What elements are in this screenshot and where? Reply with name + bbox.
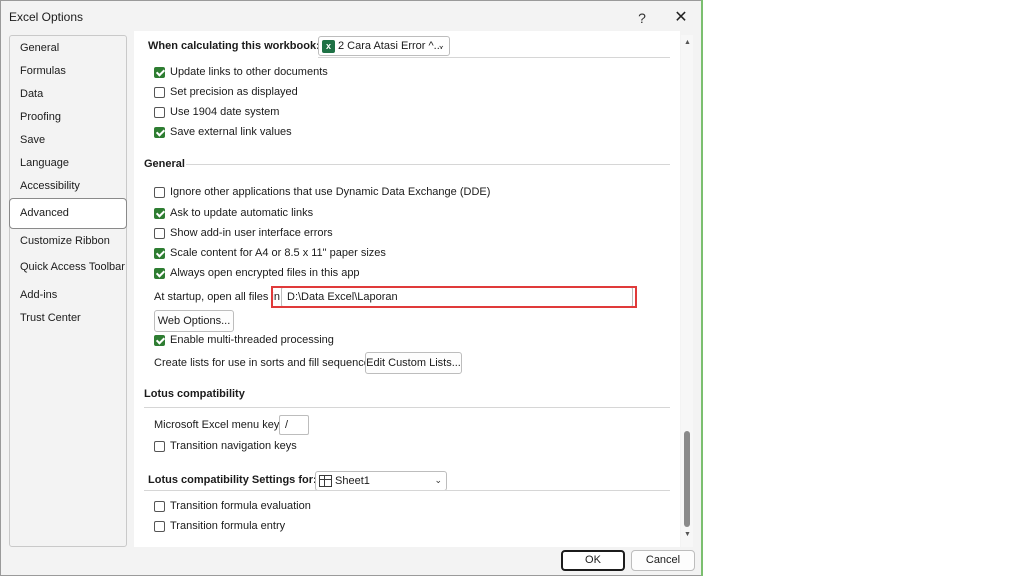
workbook-select[interactable]: x 2 Cara Atasi Error ^... ⌄: [318, 36, 450, 56]
sidebar-item-quick-access-toolbar[interactable]: Quick Access Toolbar: [20, 257, 125, 277]
sidebar-item-language[interactable]: Language: [20, 153, 69, 173]
background-window-edge: [701, 0, 703, 576]
checkbox-ask-update-links[interactable]: [154, 207, 165, 219]
lotus-heading: Lotus compatibility: [144, 388, 245, 400]
option-label: Transition formula evaluation: [170, 500, 311, 512]
option-label: Always open encrypted files in this app: [170, 267, 360, 279]
option-label: Show add-in user interface errors: [170, 227, 333, 239]
sidebar-item-proofing[interactable]: Proofing: [20, 107, 61, 127]
cancel-button[interactable]: Cancel: [631, 550, 695, 571]
option-multithread[interactable]: Enable multi-threaded processing: [154, 334, 334, 346]
startup-folder-label: At startup, open all files in:: [154, 291, 284, 303]
sidebar-item-formulas[interactable]: Formulas: [20, 61, 66, 81]
ok-button[interactable]: OK: [561, 550, 625, 571]
sidebar-item-add-ins[interactable]: Add-ins: [20, 285, 57, 305]
startup-folder-highlight: [271, 286, 637, 308]
option-scale-content[interactable]: Scale content for A4 or 8.5 x 11" paper …: [154, 247, 386, 259]
workbook-calc-heading: When calculating this workbook:: [148, 40, 320, 52]
checkbox-scale-content[interactable]: [154, 247, 165, 259]
vertical-scrollbar[interactable]: ▲ ▼: [681, 35, 693, 547]
sheet-select[interactable]: Sheet1 ⌄: [315, 471, 447, 491]
checkbox-save-link-values[interactable]: [154, 126, 165, 138]
checkbox-nav-keys[interactable]: [154, 440, 165, 452]
option-save-link-values[interactable]: Save external link values: [154, 126, 292, 138]
checkbox-formula-eval[interactable]: [154, 500, 165, 512]
general-heading: General: [144, 158, 185, 170]
web-options-button[interactable]: Web Options...: [154, 310, 234, 332]
excel-options-dialog: Excel Options ? ✕ General Formulas Data …: [0, 0, 702, 576]
option-nav-keys[interactable]: Transition navigation keys: [154, 440, 297, 452]
option-set-precision[interactable]: Set precision as displayed: [154, 86, 298, 98]
chevron-down-icon: ⌄: [434, 475, 442, 485]
sidebar-item-general[interactable]: General: [20, 38, 59, 58]
checkbox-1904-date[interactable]: [154, 106, 165, 118]
option-formula-eval[interactable]: Transition formula evaluation: [154, 500, 311, 512]
edit-custom-lists-button[interactable]: Edit Custom Lists...: [365, 352, 462, 374]
workbook-select-value: 2 Cara Atasi Error ^...: [338, 40, 443, 52]
divider: [144, 490, 670, 491]
option-label: Update links to other documents: [170, 66, 328, 78]
option-1904-date[interactable]: Use 1904 date system: [154, 106, 279, 118]
checkbox-addin-errors[interactable]: [154, 227, 165, 239]
divider: [318, 57, 670, 58]
sidebar-item-accessibility[interactable]: Accessibility: [20, 176, 80, 196]
option-label: Set precision as displayed: [170, 86, 298, 98]
scroll-up-arrow-icon[interactable]: ▲: [684, 39, 691, 46]
option-ignore-dde[interactable]: Ignore other applications that use Dynam…: [154, 186, 490, 198]
sidebar-item-customize-ribbon[interactable]: Customize Ribbon: [20, 231, 110, 251]
option-formula-entry[interactable]: Transition formula entry: [154, 520, 285, 532]
sheet-select-value: Sheet1: [335, 475, 370, 487]
option-label: Save external link values: [170, 126, 292, 138]
sidebar-item-save[interactable]: Save: [20, 130, 45, 150]
option-label: Ignore other applications that use Dynam…: [170, 186, 491, 198]
checkbox-ignore-dde[interactable]: [154, 186, 165, 198]
chevron-down-icon: ⌄: [437, 40, 445, 50]
option-label: Scale content for A4 or 8.5 x 11" paper …: [170, 247, 386, 259]
sidebar-item-data[interactable]: Data: [20, 84, 43, 104]
scroll-thumb[interactable]: [684, 431, 690, 527]
checkbox-set-precision[interactable]: [154, 86, 165, 98]
excel-workbook-icon: x: [322, 39, 335, 53]
checkbox-formula-entry[interactable]: [154, 520, 165, 532]
divider: [144, 407, 670, 408]
menu-key-label: Microsoft Excel menu key:: [154, 419, 283, 431]
divider: [186, 164, 670, 165]
option-label: Use 1904 date system: [170, 106, 280, 118]
help-button[interactable]: ?: [631, 7, 653, 29]
sidebar-item-trust-center[interactable]: Trust Center: [20, 308, 81, 328]
option-label: Transition formula entry: [170, 520, 286, 532]
options-sidebar: General Formulas Data Proofing Save Lang…: [9, 35, 127, 547]
sort-lists-label: Create lists for use in sorts and fill s…: [154, 357, 379, 369]
option-label: Enable multi-threaded processing: [170, 334, 334, 346]
scroll-down-arrow-icon[interactable]: ▼: [684, 531, 691, 538]
checkbox-multithread[interactable]: [154, 334, 165, 346]
option-open-encrypted[interactable]: Always open encrypted files in this app: [154, 267, 360, 279]
sheet-icon: [319, 475, 332, 487]
option-label: Ask to update automatic links: [170, 207, 314, 219]
dialog-title: Excel Options: [9, 10, 84, 24]
menu-key-input[interactable]: /: [279, 415, 309, 435]
title-bar: Excel Options ? ✕: [1, 1, 701, 33]
option-update-links[interactable]: Update links to other documents: [154, 66, 328, 78]
lotus-settings-heading: Lotus compatibility Settings for:: [148, 474, 317, 486]
close-button[interactable]: ✕: [669, 7, 693, 29]
option-label: Transition navigation keys: [170, 440, 297, 452]
sidebar-item-advanced[interactable]: Advanced: [9, 198, 127, 229]
checkbox-update-links[interactable]: [154, 66, 165, 78]
checkbox-open-encrypted[interactable]: [154, 267, 165, 279]
option-addin-errors[interactable]: Show add-in user interface errors: [154, 227, 333, 239]
option-ask-update-links[interactable]: Ask to update automatic links: [154, 207, 313, 219]
